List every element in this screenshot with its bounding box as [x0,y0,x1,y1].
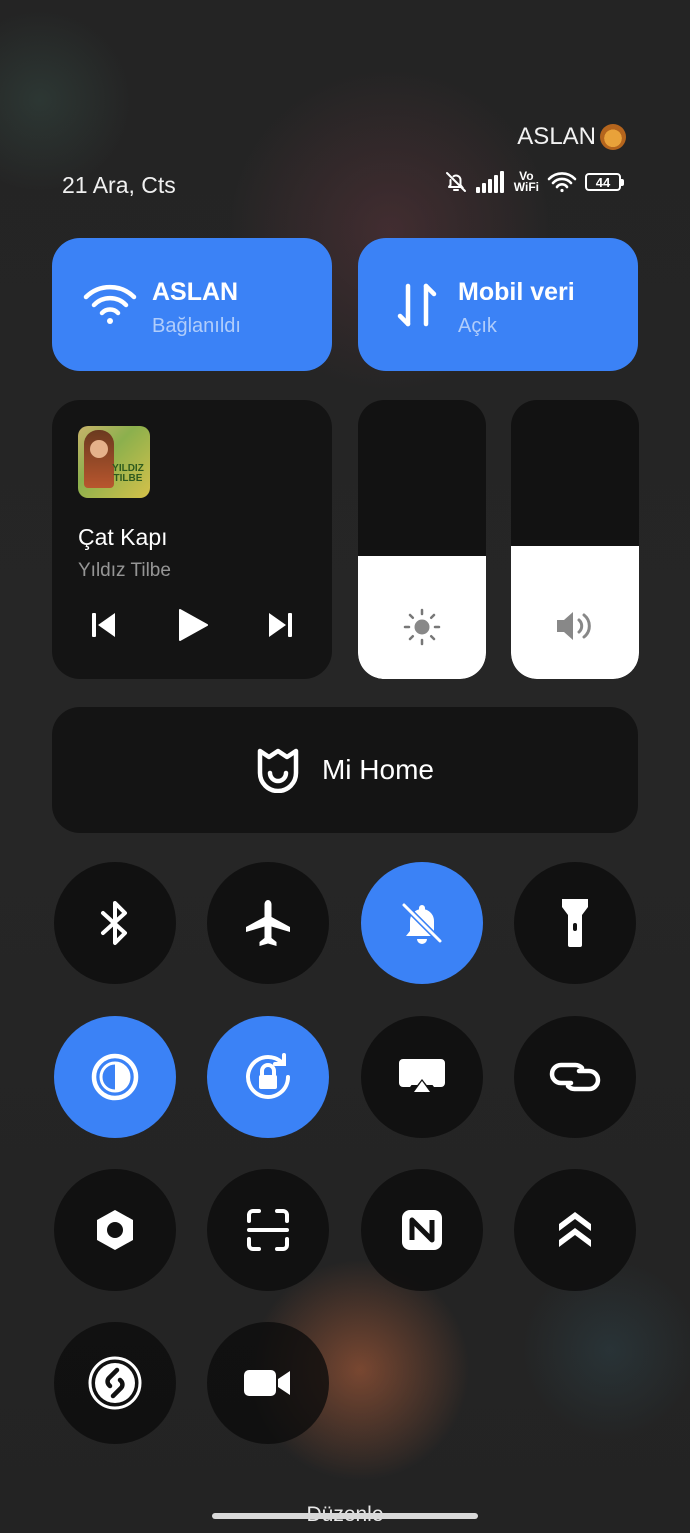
flashlight-icon [562,899,588,947]
link-icon [549,1062,601,1092]
video-icon [244,1370,290,1396]
mobile-data-subtitle: Açık [458,315,497,337]
cast-icon [399,1059,445,1093]
mi-home-label: Mi Home [321,754,434,785]
media-title: Çat Kapı [78,524,168,550]
screen-record-toggle[interactable] [207,1322,329,1444]
bell-off-icon [445,172,466,192]
vowifi-bottom: WiFi [513,180,539,194]
vowifi-icon: Vo WiFi [513,170,539,194]
album-text: YILDIZ TILBE [112,463,144,484]
wifi-subtitle: Bağlanıldı [152,315,241,337]
sun-icon [403,608,441,646]
cast-toggle[interactable] [361,1016,483,1138]
airplane-toggle[interactable] [207,862,329,984]
play-icon[interactable] [178,608,208,642]
wifi-icon [547,172,577,193]
volume-slider[interactable] [511,400,639,679]
status-icons: Vo WiFi 44 [444,170,624,194]
mi-home-button[interactable]: Mi Home [52,707,638,833]
contrast-icon [91,1053,139,1101]
power-save-toggle[interactable] [514,1169,636,1291]
shazam-icon [88,1356,142,1410]
carrier-name: ASLAN [517,123,596,150]
nfc-icon [402,1210,442,1250]
flashlight-toggle[interactable] [514,862,636,984]
lion-emoji-icon [600,124,626,150]
speaker-icon [557,612,591,640]
bluetooth-icon [101,901,127,945]
mobile-data-title: Mobil veri [458,278,575,306]
nfc-toggle[interactable] [361,1169,483,1291]
battery-level: 44 [585,173,621,191]
carrier-label: ASLAN [517,123,626,151]
next-icon[interactable] [268,611,292,639]
chevrons-up-icon [559,1212,591,1247]
link-toggle[interactable] [514,1016,636,1138]
mi-home-icon [257,748,299,793]
scan-icon [247,1209,289,1251]
wifi-icon [83,284,137,324]
brightness-slider[interactable] [358,400,486,679]
battery-icon: 44 [585,173,624,191]
data-arrows-icon [397,283,437,327]
date-label: 21 Ara, Cts [62,172,176,198]
media-artist: Yıldız Tilbe [78,560,171,581]
scanner-toggle[interactable] [207,1169,329,1291]
rotation-lock-toggle[interactable] [207,1016,329,1138]
shazam-toggle[interactable] [54,1322,176,1444]
signal-icon [475,171,504,193]
bluetooth-toggle[interactable] [54,862,176,984]
bell-off-icon [401,902,443,944]
previous-icon[interactable] [92,611,116,639]
dark-mode-toggle[interactable] [54,1016,176,1138]
media-player-tile[interactable]: YILDIZ TILBE Çat Kapı Yıldız Tilbe [52,400,332,679]
hexagon-icon [97,1210,133,1250]
album-art[interactable]: YILDIZ TILBE [78,426,150,498]
settings-toggle[interactable] [54,1169,176,1291]
rotation-lock-icon [246,1053,290,1099]
wifi-tile[interactable]: ASLAN Bağlanıldı [52,238,332,371]
home-indicator[interactable] [212,1513,478,1519]
mobile-data-tile[interactable]: Mobil veri Açık [358,238,638,371]
mute-toggle[interactable] [361,862,483,984]
airplane-icon [246,900,290,946]
wifi-title: ASLAN [152,278,239,306]
